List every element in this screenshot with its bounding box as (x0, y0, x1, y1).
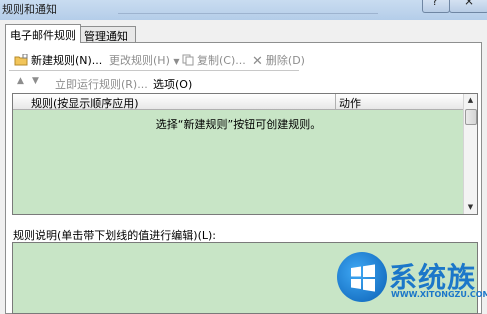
column-header-rule[interactable]: 规则(按显示顺序应用) (31, 95, 139, 111)
change-rule-button[interactable]: 更改规则(H) ▼ (109, 52, 180, 68)
list-header: 规则(按显示顺序应用) 动作 (13, 94, 464, 110)
new-rule-label: 新建规则(N)... (31, 54, 103, 67)
watermark-url: WWW.XITONGZU.COM (391, 290, 487, 299)
scroll-down-icon[interactable]: ▼ (464, 201, 477, 214)
scrollbar-thumb[interactable] (465, 109, 477, 125)
copy-label: 复制(C)... (197, 54, 246, 67)
rules-list[interactable]: 规则(按显示顺序应用) 动作 选择“新建规则”按钮可创建规则。 ▲ ▼ (12, 93, 478, 215)
windows-logo-icon (337, 252, 387, 302)
run-rules-now-label: 立即运行规则(R)... (55, 78, 148, 91)
watermark: 系统族 WWW.XITONGZU.COM (337, 252, 487, 306)
empty-list-message: 选择“新建规则”按钮可创建规则。 (155, 118, 322, 131)
copy-icon (182, 54, 194, 69)
column-divider (335, 94, 336, 109)
close-button[interactable]: × (449, 0, 487, 13)
change-rule-label: 更改规则(H) (109, 54, 170, 67)
new-rule-icon (14, 53, 28, 69)
options-button[interactable]: 选项(O) (153, 76, 192, 92)
chevron-down-icon: ▼ (173, 57, 180, 66)
title-bar: 规则和通知 ? × (0, 0, 487, 20)
column-header-action[interactable]: 动作 (339, 95, 361, 111)
delete-icon: ✕ (252, 53, 263, 69)
close-icon: × (464, 0, 475, 8)
delete-label: 删除(D) (265, 54, 305, 67)
rule-description-label: 规则说明(单击带下划线的值进行编辑)(L): (13, 229, 216, 242)
new-rule-button[interactable]: 新建规则(N)... (14, 52, 102, 69)
arrow-down-icon: ▼ (32, 76, 39, 86)
move-up-button[interactable]: ▲ (17, 76, 24, 86)
tab-email-rules[interactable]: 电子邮件规则 (5, 24, 81, 43)
options-label: 选项(O) (153, 78, 193, 91)
title-bar-divider (118, 13, 378, 14)
copy-rule-button[interactable]: 复制(C)... (182, 52, 246, 69)
delete-rule-button[interactable]: ✕ 删除(D) (252, 52, 305, 69)
scroll-up-icon[interactable]: ▲ (464, 94, 477, 107)
vertical-scrollbar[interactable]: ▲ ▼ (463, 94, 477, 214)
tab-manage-alerts[interactable]: 管理通知 (80, 26, 136, 43)
move-down-button[interactable]: ▼ (32, 76, 39, 86)
toolbar-divider (9, 70, 299, 71)
run-rules-now-button[interactable]: 立即运行规则(R)... (55, 76, 148, 92)
tab-email-rules-label: 电子邮件规则 (10, 29, 76, 42)
arrow-up-icon: ▲ (17, 76, 24, 86)
window-title: 规则和通知 (2, 3, 57, 16)
help-icon: ? (432, 0, 438, 8)
help-button[interactable]: ? (422, 0, 450, 13)
tab-manage-alerts-label: 管理通知 (84, 30, 128, 43)
